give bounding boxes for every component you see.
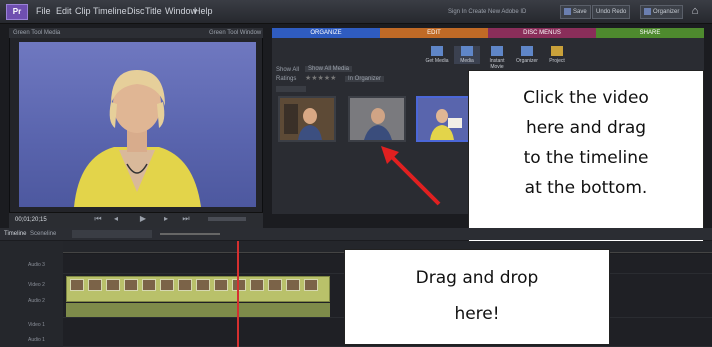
clip-frame bbox=[88, 279, 102, 291]
get-media-button[interactable]: Get Media bbox=[424, 46, 450, 64]
media-thumbnail[interactable] bbox=[348, 96, 406, 142]
red-arrow-icon bbox=[381, 146, 441, 206]
monitor-header: Green Tool Media Green Tool Window bbox=[9, 28, 263, 38]
app-logo: Pr bbox=[6, 4, 28, 20]
tab-edit[interactable]: EDIT bbox=[380, 28, 488, 38]
get-media-icon bbox=[431, 46, 443, 56]
home-icon[interactable]: ⌂ bbox=[688, 5, 702, 19]
filter-dropdown[interactable]: Show All Media bbox=[305, 66, 353, 72]
selected-video-thumbnail[interactable] bbox=[416, 96, 474, 142]
clip-frame bbox=[142, 279, 156, 291]
audio-clip[interactable] bbox=[66, 303, 330, 317]
callout-line: to the timeline bbox=[523, 148, 649, 168]
monitor-header-right: Green Tool Window bbox=[209, 30, 262, 36]
zoom-slider[interactable] bbox=[160, 233, 220, 235]
tab-timeline[interactable]: Timeline bbox=[4, 231, 26, 237]
callout-line: Drag and drop bbox=[415, 268, 539, 288]
save-icon bbox=[564, 7, 571, 15]
signin-link[interactable]: Sign In Create New Adobe ID bbox=[448, 9, 526, 15]
rating-stars[interactable]: ★★★★★ bbox=[305, 74, 336, 82]
clip-frame bbox=[124, 279, 138, 291]
menu-clip[interactable]: Clip bbox=[75, 6, 91, 16]
video-preview[interactable] bbox=[19, 42, 256, 207]
callout-click-video: Click the video here and drag to the tim… bbox=[468, 70, 704, 246]
clip-frame bbox=[106, 279, 120, 291]
callout-line: Click the video bbox=[523, 88, 649, 108]
organizer-icon bbox=[521, 46, 533, 56]
project-icon bbox=[551, 46, 563, 56]
undo-redo-button[interactable]: Undo Redo bbox=[592, 5, 631, 19]
tab-organize[interactable]: ORGANIZE bbox=[272, 28, 380, 38]
menu-window[interactable]: Window bbox=[165, 6, 197, 16]
track-label: Audio 2 bbox=[28, 298, 45, 304]
go-to-start-icon[interactable]: ⏮ bbox=[92, 214, 104, 224]
menu-file[interactable]: File bbox=[36, 6, 51, 16]
organizer-dropdown[interactable]: In Organizer bbox=[345, 76, 385, 82]
track-headers bbox=[0, 241, 63, 347]
menu-disc[interactable]: Disc bbox=[127, 6, 145, 16]
tab-share[interactable]: SHARE bbox=[596, 28, 704, 38]
playhead[interactable] bbox=[237, 241, 239, 347]
view-toggle-icons[interactable] bbox=[276, 86, 306, 92]
clip-frame bbox=[196, 279, 210, 291]
thumbnail-image bbox=[418, 98, 472, 140]
organizer-button[interactable]: Organizer bbox=[640, 5, 684, 19]
presenter-image bbox=[74, 70, 201, 207]
save-button[interactable]: Save bbox=[560, 5, 591, 19]
organizer-icon bbox=[644, 7, 651, 15]
track-label: Video 2 bbox=[28, 282, 45, 288]
clip-frame bbox=[214, 279, 228, 291]
thumbnail-image bbox=[280, 98, 334, 140]
monitor-title: Green Tool Media bbox=[13, 30, 61, 36]
track-label: Video 1 bbox=[28, 322, 45, 328]
media-icon bbox=[461, 46, 473, 56]
clip-frame bbox=[232, 279, 246, 291]
instant-movie-icon bbox=[491, 46, 503, 56]
media-thumbnail[interactable] bbox=[278, 96, 336, 142]
tab-sceneline[interactable]: Sceneline bbox=[30, 231, 56, 237]
volume-slider[interactable] bbox=[208, 217, 246, 221]
organizer-tab-button[interactable]: Organizer bbox=[514, 46, 540, 64]
clip-frame bbox=[268, 279, 282, 291]
project-button[interactable]: Project bbox=[544, 46, 570, 64]
menu-help[interactable]: Help bbox=[194, 6, 213, 16]
clip-frame bbox=[178, 279, 192, 291]
ratings-label: Ratings bbox=[276, 76, 297, 82]
clip-frame bbox=[160, 279, 174, 291]
clip-frame bbox=[70, 279, 84, 291]
callout-line: here and drag bbox=[525, 118, 647, 138]
instant-movie-button[interactable]: Instant Movie bbox=[484, 46, 510, 70]
timeline-tools[interactable] bbox=[72, 230, 152, 238]
callout-line: at the bottom. bbox=[524, 178, 648, 198]
go-to-end-icon[interactable]: ⏭ bbox=[180, 214, 192, 224]
clip-frame bbox=[286, 279, 300, 291]
thumbnail-image bbox=[350, 98, 404, 140]
menu-edit[interactable]: Edit bbox=[56, 6, 72, 16]
tab-disc-menus[interactable]: DISC MENUS bbox=[488, 28, 596, 38]
callout-drop-here: Drag and drop here! bbox=[344, 249, 610, 345]
menu-timeline[interactable]: Timeline bbox=[93, 6, 127, 16]
clip-frame bbox=[250, 279, 264, 291]
timecode: 00;01;20;15 bbox=[15, 217, 47, 223]
callout-line: here! bbox=[454, 304, 500, 324]
track-label: Audio 1 bbox=[28, 337, 45, 343]
track-label: Audio 3 bbox=[28, 262, 45, 268]
filter-label: Show All bbox=[276, 67, 300, 73]
clip-frame bbox=[304, 279, 318, 291]
media-button[interactable]: Media bbox=[454, 46, 480, 64]
timeline-toolbar: Timeline Sceneline bbox=[0, 228, 712, 240]
step-forward-icon[interactable]: ▸ bbox=[160, 214, 172, 224]
menu-title[interactable]: Title bbox=[145, 6, 162, 16]
step-back-icon[interactable]: ◂ bbox=[110, 214, 122, 224]
play-icon[interactable]: ▶ bbox=[137, 214, 149, 224]
